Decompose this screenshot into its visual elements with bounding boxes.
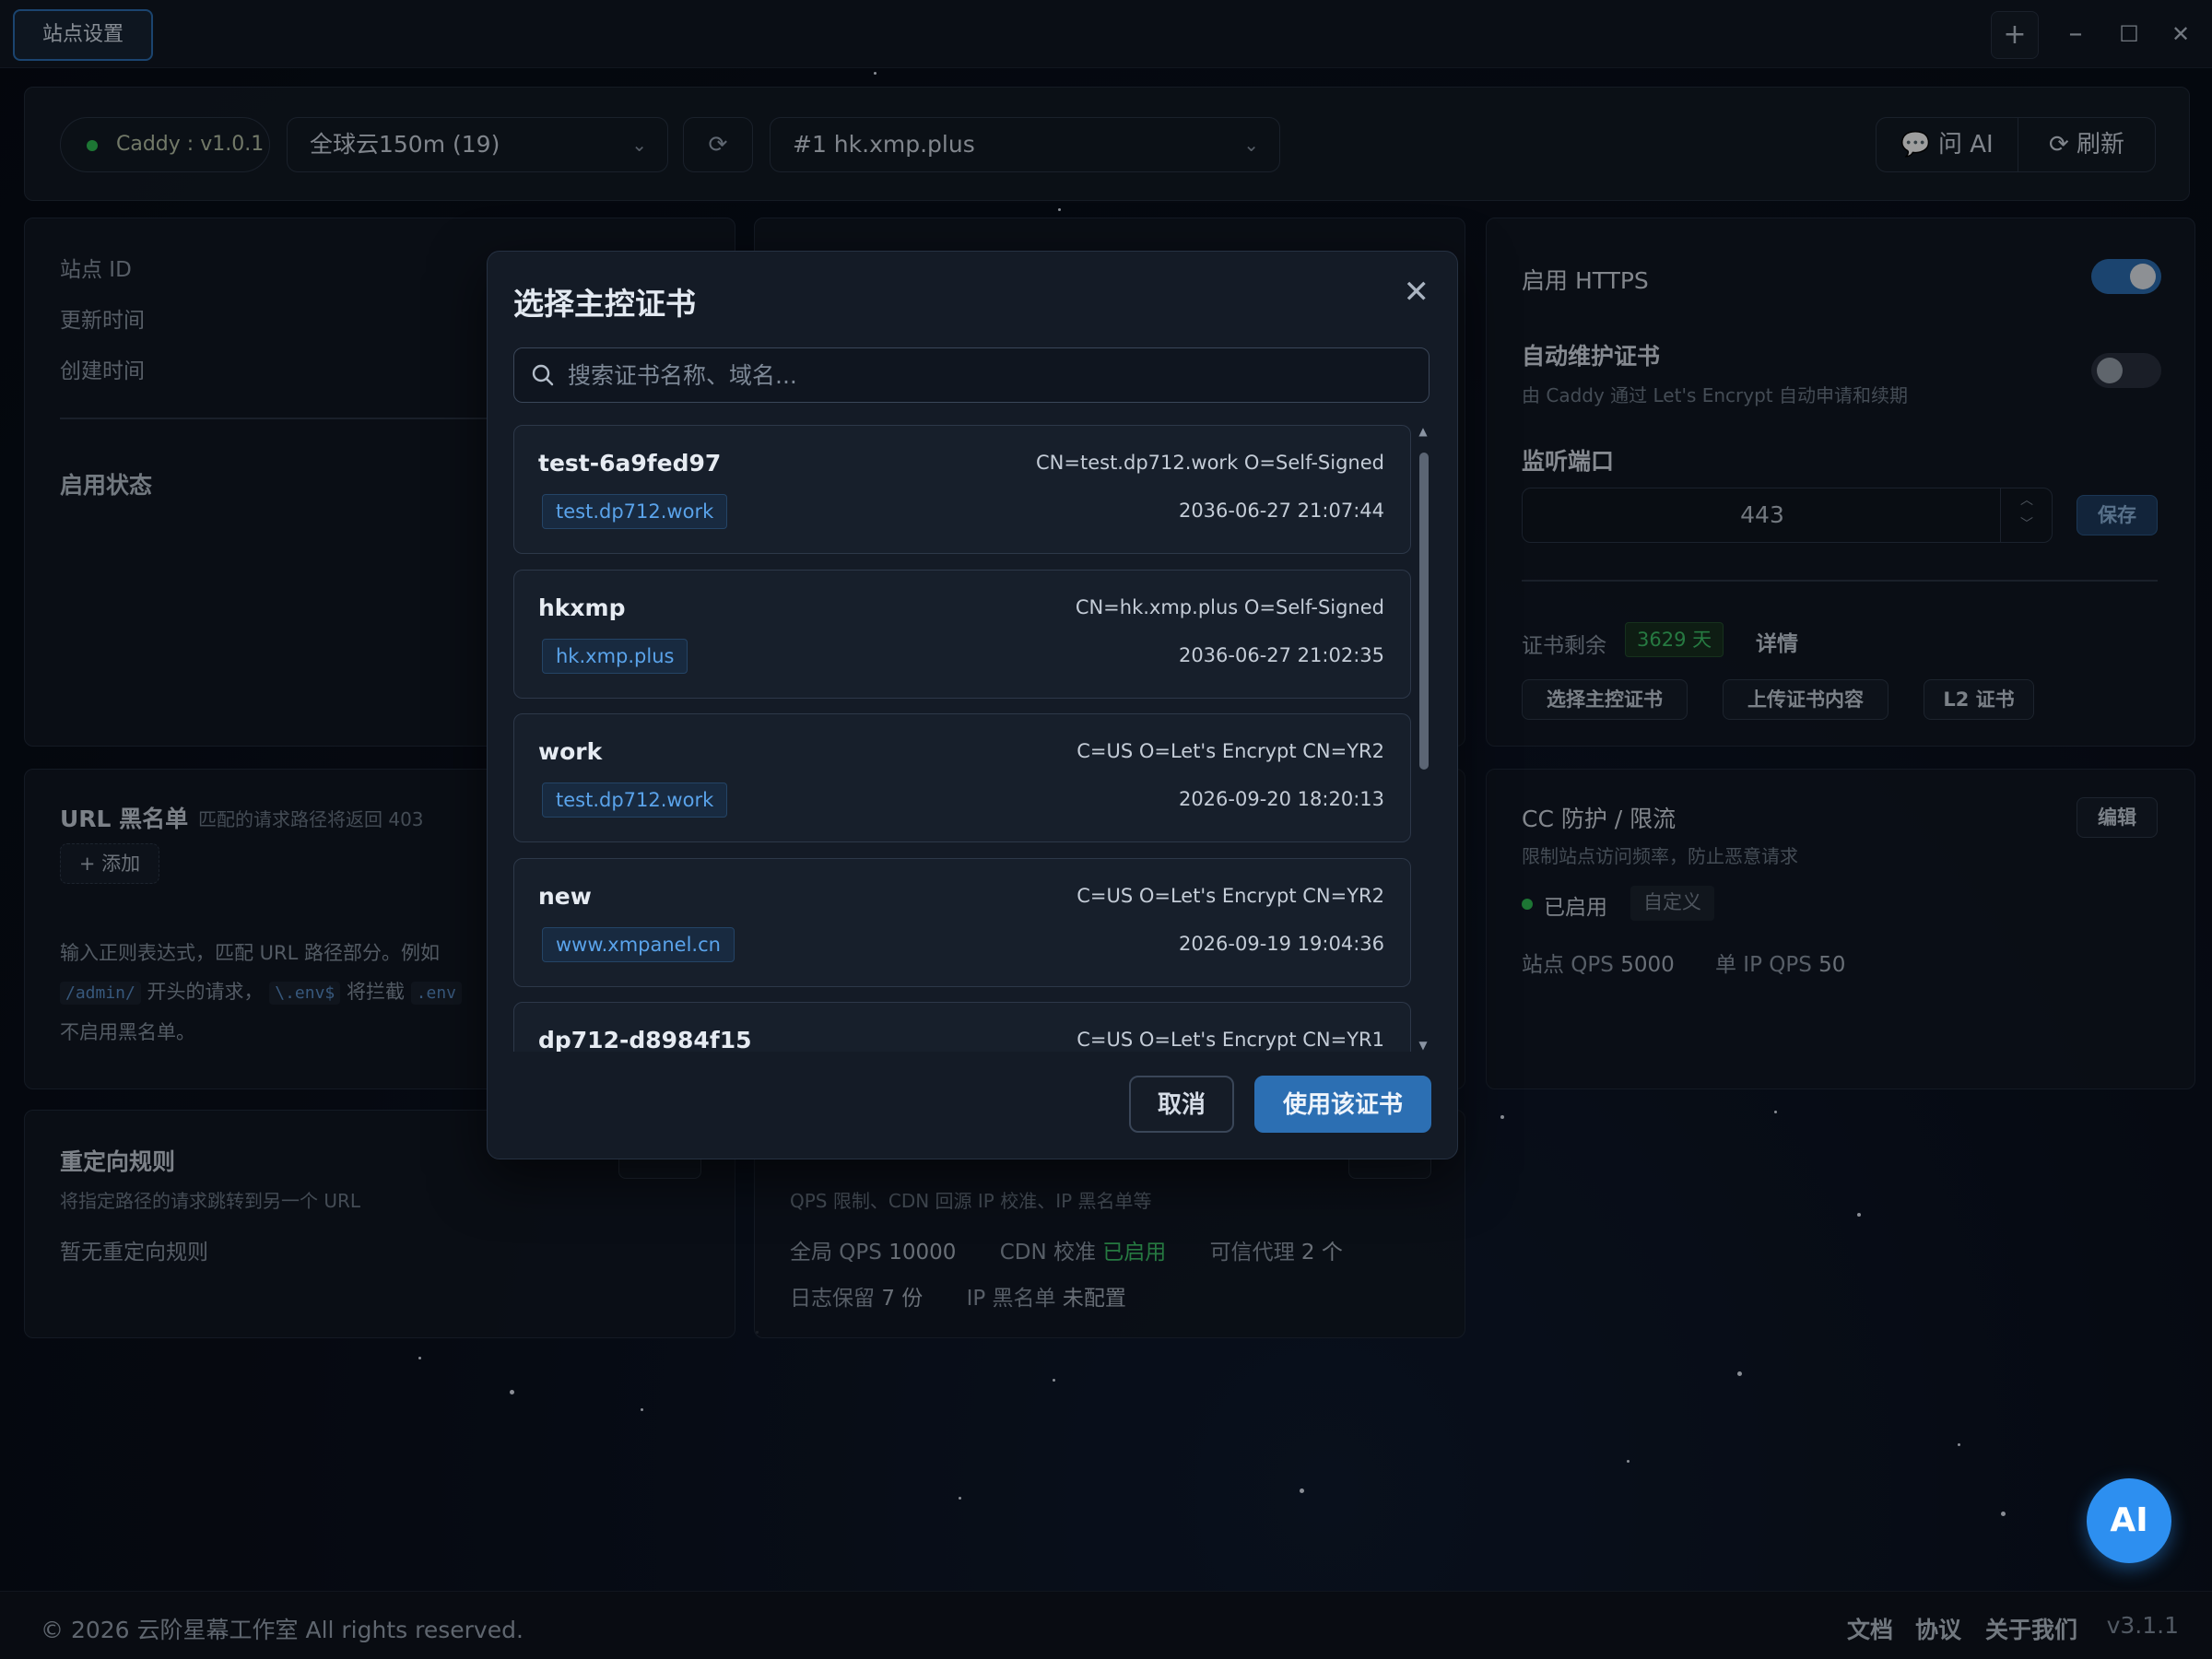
cert-item[interactable]: hkxmp CN=hk.xmp.plus O=Self-Signed hk.xm… <box>513 570 1411 699</box>
cert-name: work <box>538 738 603 765</box>
cert-expiry: 2036-06-27 21:02:35 <box>1178 644 1384 666</box>
select-master-cert-dialog: 选择主控证书 ✕ test-6a9fed97 CN=test.dp712.wor… <box>487 251 1458 1159</box>
cert-list: test-6a9fed97 CN=test.dp712.work O=Self-… <box>513 425 1430 1052</box>
cert-subject: C=US O=Let's Encrypt CN=YR1 <box>1077 1029 1384 1051</box>
cert-subject: C=US O=Let's Encrypt CN=YR2 <box>1077 740 1384 762</box>
ai-assistant-button[interactable]: AI <box>2087 1478 2171 1563</box>
search-input[interactable] <box>568 348 1416 402</box>
scroll-down-icon[interactable]: ▼ <box>1417 1039 1430 1052</box>
app-window: 站点设置 + – ☐ ✕ Caddy : v1.0.1 全球云150m (19)… <box>0 0 2212 1659</box>
scroll-up-icon[interactable]: ▲ <box>1417 425 1430 438</box>
cert-search-field[interactable] <box>513 347 1430 403</box>
cert-expiry: 2026-09-20 18:20:13 <box>1178 788 1384 810</box>
cert-list-scrollbar[interactable]: ▲ ▼ <box>1417 425 1430 1052</box>
cert-expiry: 2036-06-27 21:07:44 <box>1178 500 1384 522</box>
cert-item[interactable]: test-6a9fed97 CN=test.dp712.work O=Self-… <box>513 425 1411 554</box>
cert-expiry: 2026-09-19 19:04:36 <box>1178 933 1384 955</box>
cert-subject: C=US O=Let's Encrypt CN=YR2 <box>1077 885 1384 907</box>
cert-domain-tag: hk.xmp.plus <box>542 639 688 674</box>
close-icon[interactable]: ✕ <box>1404 274 1430 311</box>
cert-item[interactable]: dp712-d8984f15 C=US O=Let's Encrypt CN=Y… <box>513 1002 1411 1052</box>
cert-domain-tag: www.xmpanel.cn <box>542 927 735 962</box>
cert-name: new <box>538 883 592 910</box>
cert-domain-tag: test.dp712.work <box>542 782 728 818</box>
use-cert-button[interactable]: 使用该证书 <box>1254 1076 1431 1133</box>
cert-name: dp712-d8984f15 <box>538 1027 752 1052</box>
cert-item[interactable]: new C=US O=Let's Encrypt CN=YR2 www.xmpa… <box>513 858 1411 987</box>
cert-domain-tag: test.dp712.work <box>542 494 728 529</box>
scrollbar-thumb[interactable] <box>1419 453 1429 770</box>
search-icon <box>532 364 554 386</box>
cert-item[interactable]: work C=US O=Let's Encrypt CN=YR2 test.dp… <box>513 713 1411 842</box>
cert-subject: CN=hk.xmp.plus O=Self-Signed <box>1075 596 1384 618</box>
cert-name: hkxmp <box>538 594 626 621</box>
cert-name: test-6a9fed97 <box>538 450 722 477</box>
cancel-button[interactable]: 取消 <box>1129 1076 1234 1133</box>
cert-subject: CN=test.dp712.work O=Self-Signed <box>1036 452 1384 474</box>
dialog-title: 选择主控证书 <box>513 286 696 322</box>
